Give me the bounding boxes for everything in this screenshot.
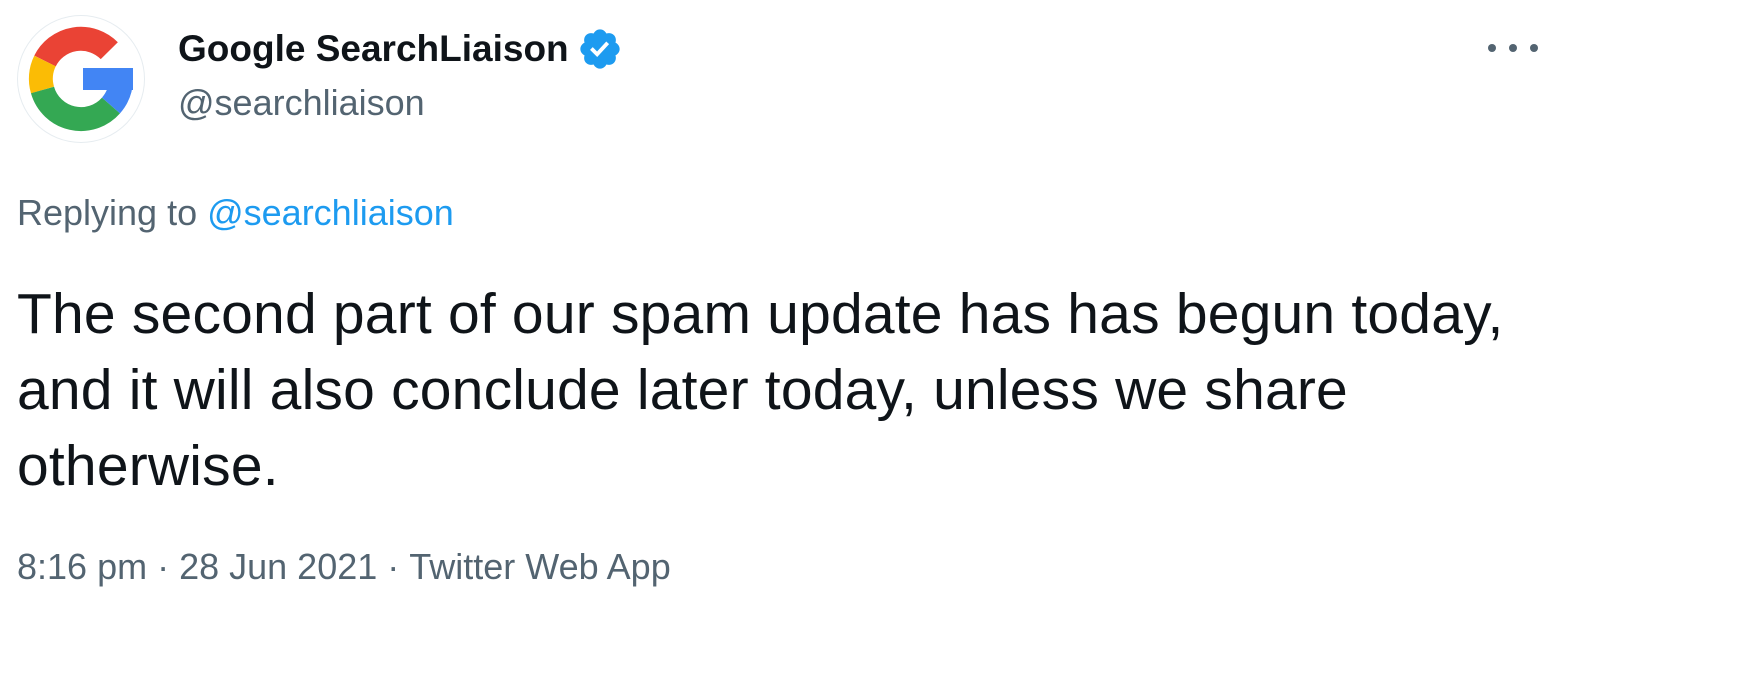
author-handle[interactable]: @searchliaison: [178, 82, 425, 124]
replying-to-label: Replying to: [17, 192, 208, 233]
avatar[interactable]: [18, 16, 144, 142]
meta-separator: ·: [387, 546, 400, 587]
tweet-source[interactable]: Twitter Web App: [409, 546, 670, 587]
author-display-name[interactable]: Google SearchLiaison: [178, 28, 569, 70]
more-options-icon: [1488, 44, 1496, 52]
google-g-logo-icon: [28, 26, 134, 132]
tweet-time[interactable]: 8:16 pm: [17, 546, 147, 587]
tweet-metadata: 8:16 pm · 28 Jun 2021 · Twitter Web App: [17, 546, 671, 588]
more-options-icon: [1509, 44, 1517, 52]
meta-separator: ·: [157, 546, 170, 587]
author-name-row[interactable]: Google SearchLiaison: [178, 26, 623, 72]
verified-badge-icon: [580, 29, 620, 69]
tweet-text: The second part of our spam update has h…: [17, 282, 1504, 498]
replying-to-link[interactable]: @searchliaison: [207, 192, 454, 233]
tweet-date[interactable]: 28 Jun 2021: [179, 546, 377, 587]
more-options-icon: [1530, 44, 1538, 52]
tweet-card: Google SearchLiaison @searchliaison Repl…: [0, 0, 1749, 699]
replying-to: Replying to @searchliaison: [17, 192, 454, 234]
more-options-button[interactable]: [1488, 30, 1538, 66]
